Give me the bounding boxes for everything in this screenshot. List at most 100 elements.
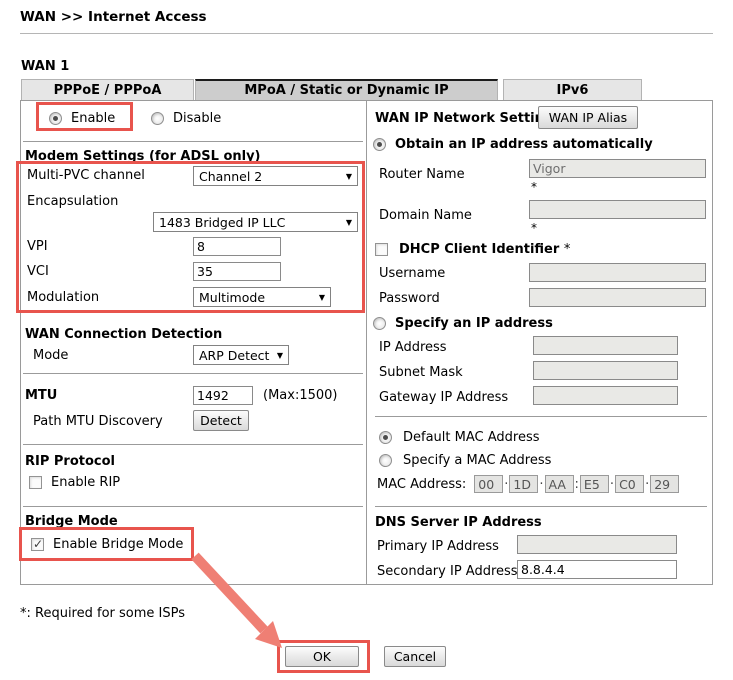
multi-pvc-select[interactable]: Channel 2 ▼ xyxy=(193,166,358,186)
breadcrumb: WAN >> Internet Access xyxy=(20,9,207,25)
enable-bridge-mode-checkbox[interactable] xyxy=(31,538,44,551)
tab-content-panel: Enable Disable Modem Settings (for ADSL … xyxy=(20,100,713,585)
disable-radio-label[interactable]: Disable xyxy=(173,111,221,126)
specify-ip-radio[interactable] xyxy=(373,317,386,330)
wan-ip-network-settings-heading: WAN IP Network Settings xyxy=(375,111,561,126)
tab-ipv6[interactable]: IPv6 xyxy=(503,79,642,100)
dropdown-arrow-icon: ▼ xyxy=(271,351,283,360)
ok-button[interactable]: OK xyxy=(285,646,359,667)
username-input[interactable] xyxy=(529,263,706,282)
modem-settings-heading: Modem Settings (for ADSL only) xyxy=(25,149,261,164)
section-divider xyxy=(375,506,707,507)
disable-radio[interactable] xyxy=(151,112,164,125)
dhcp-required-mark: * xyxy=(564,242,571,257)
primary-dns-label: Primary IP Address xyxy=(377,539,499,554)
wan-connection-detection-heading: WAN Connection Detection xyxy=(25,327,222,342)
encapsulation-label: Encapsulation xyxy=(27,194,118,209)
wan-internet-access-page: WAN >> Internet Access WAN 1 PPPoE / PPP… xyxy=(0,0,733,680)
mtu-max-note: (Max:1500) xyxy=(263,388,337,403)
rip-protocol-heading: RIP Protocol xyxy=(25,454,115,469)
vpi-label: VPI xyxy=(27,239,48,254)
modulation-select[interactable]: Multimode ▼ xyxy=(193,287,331,307)
section-divider xyxy=(375,416,707,417)
dropdown-arrow-icon: ▼ xyxy=(313,293,325,302)
router-name-required-mark: * xyxy=(531,180,537,194)
multi-pvc-label: Multi-PVC channel xyxy=(27,168,145,183)
mac-address-label: MAC Address: xyxy=(377,477,474,492)
dhcp-client-identifier-label[interactable]: DHCP Client Identifier * xyxy=(399,242,570,257)
enable-rip-checkbox[interactable] xyxy=(29,476,42,489)
default-mac-radio-label[interactable]: Default MAC Address xyxy=(403,430,540,445)
specify-mac-radio-label[interactable]: Specify a MAC Address xyxy=(403,453,551,468)
mac-octet-input[interactable]: 1D xyxy=(509,475,538,493)
encapsulation-select[interactable]: 1483 Bridged IP LLC ▼ xyxy=(153,212,358,232)
enable-radio-label[interactable]: Enable xyxy=(71,111,115,126)
dropdown-arrow-icon: ▼ xyxy=(340,218,352,227)
password-label: Password xyxy=(379,291,440,306)
primary-dns-input[interactable] xyxy=(517,535,677,554)
enable-radio[interactable] xyxy=(49,112,62,125)
secondary-dns-label: Secondary IP Address xyxy=(377,564,518,579)
dropdown-arrow-icon: ▼ xyxy=(340,172,352,181)
default-mac-radio[interactable] xyxy=(379,431,392,444)
mac-octet-input[interactable]: AA xyxy=(545,475,574,493)
tab-pppoe-pppoa[interactable]: PPPoE / PPPoA xyxy=(21,79,194,100)
dhcp-client-identifier-checkbox[interactable] xyxy=(375,243,388,256)
dhcp-label-text: DHCP Client Identifier xyxy=(399,242,559,257)
path-mtu-discovery-label: Path MTU Discovery xyxy=(33,414,163,429)
domain-name-label: Domain Name xyxy=(379,208,472,223)
dns-server-heading: DNS Server IP Address xyxy=(375,515,542,530)
username-label: Username xyxy=(379,266,445,281)
required-footnote: *: Required for some ISPs xyxy=(20,606,185,621)
mtu-label: MTU xyxy=(25,388,57,403)
ip-address-label: IP Address xyxy=(379,340,447,355)
obtain-ip-radio[interactable] xyxy=(373,138,386,151)
vci-label: VCI xyxy=(27,264,49,279)
modulation-value: Multimode xyxy=(199,290,265,305)
wan1-label: WAN 1 xyxy=(21,59,69,74)
encapsulation-value: 1483 Bridged IP LLC xyxy=(159,215,285,230)
multi-pvc-value: Channel 2 xyxy=(199,169,262,184)
mac-octet-input[interactable]: C0 xyxy=(615,475,644,493)
detect-button[interactable]: Detect xyxy=(193,410,249,431)
mtu-input[interactable] xyxy=(193,386,253,405)
tab-mpoa-static-dynamic-ip[interactable]: MPoA / Static or Dynamic IP xyxy=(195,79,498,100)
section-divider xyxy=(23,373,363,374)
section-divider xyxy=(23,141,363,142)
secondary-dns-input[interactable] xyxy=(517,560,677,579)
enable-bridge-mode-label[interactable]: Enable Bridge Mode xyxy=(53,537,183,552)
gateway-ip-input[interactable] xyxy=(533,386,678,405)
specify-mac-radio[interactable] xyxy=(379,454,392,467)
enable-rip-label[interactable]: Enable RIP xyxy=(51,475,120,490)
column-divider xyxy=(366,101,367,584)
modulation-label: Modulation xyxy=(27,290,99,305)
domain-name-required-mark: * xyxy=(531,221,537,235)
subnet-mask-input[interactable] xyxy=(533,361,678,380)
mode-label: Mode xyxy=(33,348,68,363)
domain-name-input[interactable] xyxy=(529,200,706,219)
cancel-button[interactable]: Cancel xyxy=(384,646,446,667)
title-divider xyxy=(20,33,713,34)
ip-address-input[interactable] xyxy=(533,336,678,355)
mac-octet-input[interactable]: 29 xyxy=(650,475,679,493)
specify-ip-radio-label[interactable]: Specify an IP address xyxy=(395,316,553,331)
router-name-label: Router Name xyxy=(379,167,465,182)
vci-input[interactable] xyxy=(193,262,281,281)
tab-label: IPv6 xyxy=(557,83,589,98)
subnet-mask-label: Subnet Mask xyxy=(379,365,463,380)
password-input[interactable] xyxy=(529,288,706,307)
tab-label: PPPoE / PPPoA xyxy=(54,83,162,98)
wan-ip-alias-button[interactable]: WAN IP Alias xyxy=(538,106,638,129)
mac-octet-input[interactable]: E5 xyxy=(580,475,609,493)
vpi-input[interactable] xyxy=(193,237,281,256)
tab-label: MPoA / Static or Dynamic IP xyxy=(244,83,448,98)
mac-octet-input[interactable]: 00 xyxy=(474,475,503,493)
mode-value: ARP Detect xyxy=(199,348,269,363)
mac-address-row: MAC Address: 00 · 1D · AA : E5 · C0 · 29 xyxy=(377,475,679,493)
mode-select[interactable]: ARP Detect ▼ xyxy=(193,345,289,365)
obtain-ip-radio-label[interactable]: Obtain an IP address automatically xyxy=(395,137,653,152)
bridge-mode-heading: Bridge Mode xyxy=(25,514,118,529)
section-divider xyxy=(23,506,363,507)
gateway-ip-label: Gateway IP Address xyxy=(379,390,508,405)
router-name-input[interactable] xyxy=(529,159,706,178)
